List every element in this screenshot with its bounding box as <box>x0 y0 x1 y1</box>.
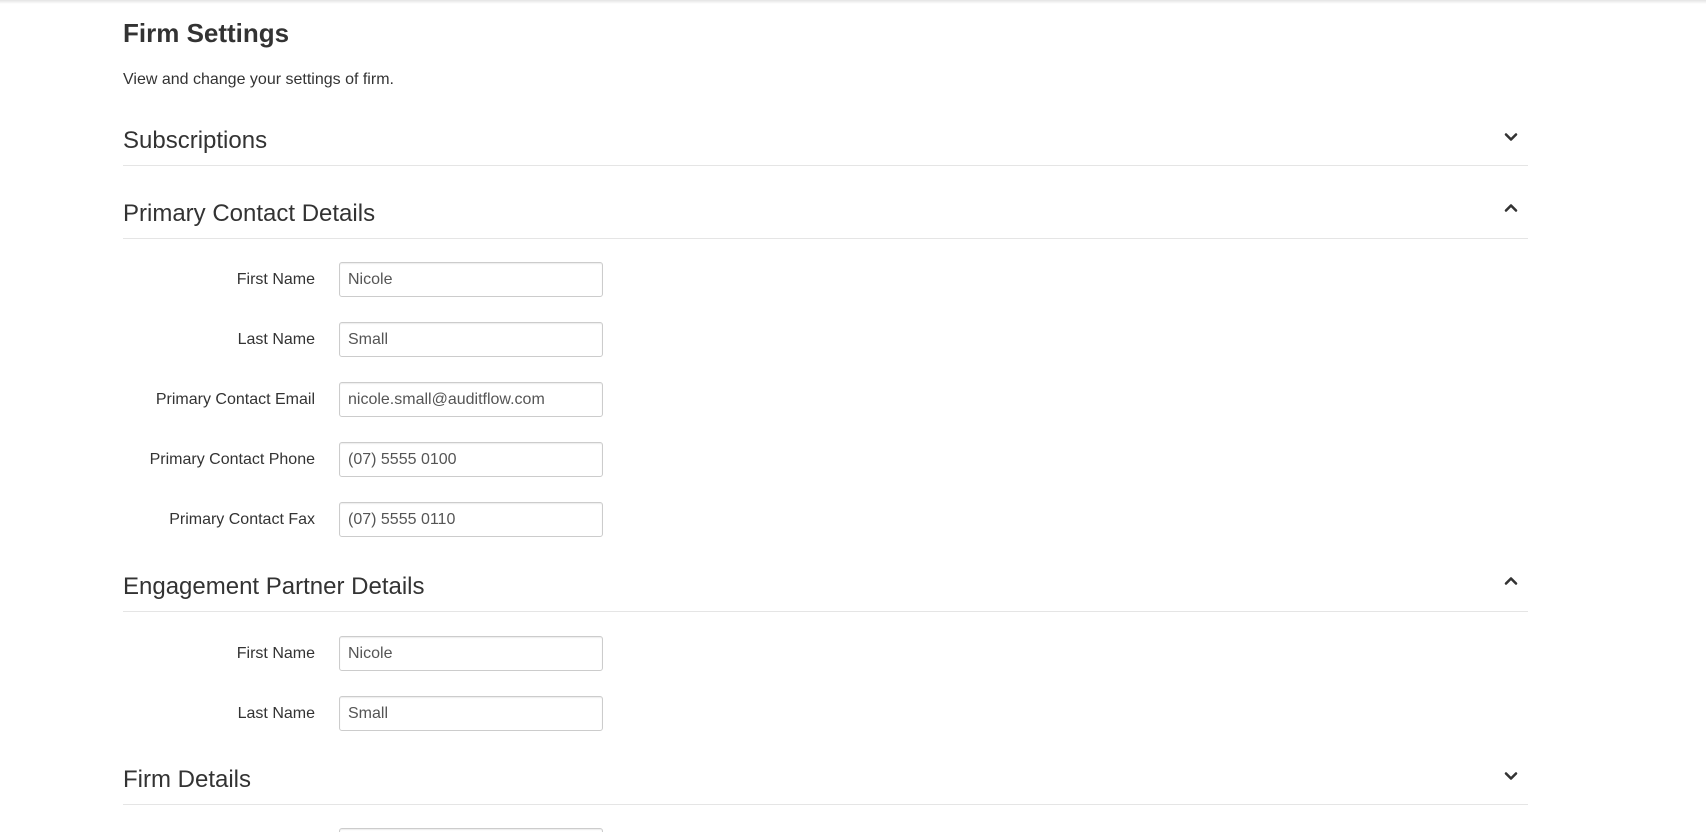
partner-first-name-label: First Name <box>236 645 315 662</box>
primary-fax-input[interactable] <box>339 502 603 537</box>
form-row-primary-phone: Primary Contact Phone <box>123 442 823 478</box>
section-title-subscriptions: Subscriptions <box>123 127 268 154</box>
primary-last-name-label: Last Name <box>237 331 315 348</box>
primary-first-name-label: First Name <box>236 271 315 288</box>
section-header-firm-details[interactable]: Firm Details <box>123 745 1528 805</box>
top-shadow <box>0 0 1706 4</box>
section-title-firm-details: Firm Details <box>123 766 252 793</box>
form-row-partner-first-name: First Name <box>123 636 823 672</box>
primary-first-name-input[interactable] <box>339 262 603 297</box>
primary-last-name-input[interactable] <box>339 322 603 357</box>
primary-fax-label: Primary Contact Fax <box>169 511 315 528</box>
primary-phone-input[interactable] <box>339 442 603 477</box>
partner-last-name-input[interactable] <box>339 696 603 731</box>
form-row-primary-first-name: First Name <box>123 262 823 298</box>
form-row-partner-last-name: Last Name <box>123 696 823 732</box>
chevron-down-icon[interactable] <box>1504 130 1518 144</box>
form-row-firm-details-partial <box>123 828 823 832</box>
form-row-primary-fax: Primary Contact Fax <box>123 502 823 538</box>
section-header-engagement-partner[interactable]: Engagement Partner Details <box>123 552 1528 612</box>
primary-email-input[interactable] <box>339 382 603 417</box>
form-row-primary-last-name: Last Name <box>123 322 823 358</box>
primary-phone-label: Primary Contact Phone <box>149 451 315 468</box>
chevron-up-icon[interactable] <box>1504 574 1518 588</box>
chevron-down-icon[interactable] <box>1504 769 1518 783</box>
page-title: Firm Settings <box>123 18 290 48</box>
section-header-subscriptions[interactable]: Subscriptions <box>123 106 1528 166</box>
section-title-primary-contact: Primary Contact Details <box>123 200 376 227</box>
primary-email-label: Primary Contact Email <box>155 391 315 408</box>
partner-last-name-label: Last Name <box>237 705 315 722</box>
section-title-engagement-partner: Engagement Partner Details <box>123 573 425 600</box>
form-row-primary-email: Primary Contact Email <box>123 382 823 418</box>
section-header-primary-contact[interactable]: Primary Contact Details <box>123 179 1528 239</box>
chevron-up-icon[interactable] <box>1504 201 1518 215</box>
firm-details-input-partial[interactable] <box>339 828 603 832</box>
partner-first-name-input[interactable] <box>339 636 603 671</box>
page-subtitle: View and change your settings of firm. <box>123 71 394 88</box>
